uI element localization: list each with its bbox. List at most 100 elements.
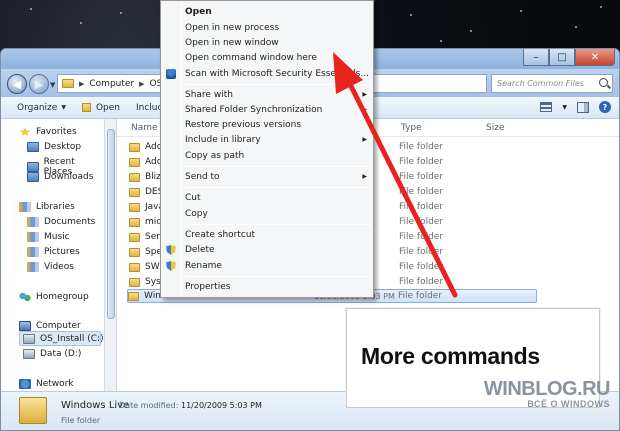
menu-item-copy[interactable]: Copy [185, 209, 208, 219]
submenu-arrow-icon: ▶ [362, 136, 367, 143]
menu-item-create-shortcut[interactable]: Create shortcut [185, 230, 255, 240]
shield-icon [166, 245, 176, 255]
nav-item-favorites[interactable]: Favorites [19, 127, 77, 137]
back-button[interactable]: ◀ [7, 74, 27, 94]
open-label: Open [95, 102, 120, 113]
menu-item-open-command-window[interactable]: Open command window here [185, 53, 317, 63]
homegroup-icon [19, 292, 31, 302]
menu-item-open[interactable]: Open [185, 7, 212, 17]
drive-icon [23, 334, 35, 344]
menu-item-restore[interactable]: Restore previous versions [185, 120, 301, 130]
shield-icon [166, 261, 176, 271]
menu-item-shared-sync[interactable]: Shared Folder Synchronization [185, 105, 322, 115]
nav-label: Pictures [44, 247, 80, 257]
recent-pages-chevron-icon[interactable]: ▼ [50, 81, 55, 89]
menu-separator [185, 187, 371, 188]
libraries-icon [19, 202, 31, 212]
submenu-arrow-icon: ▶ [362, 106, 367, 113]
desktop-icon [27, 142, 39, 152]
menu-separator [185, 84, 371, 85]
chevron-down-icon[interactable]: ▼ [562, 104, 567, 111]
nav-label: Desktop [44, 142, 82, 152]
menu-item-include-library[interactable]: Include in library [185, 135, 261, 145]
minimize-button[interactable]: – [523, 49, 549, 66]
menu-gutter [181, 2, 182, 296]
pictures-icon [27, 247, 39, 257]
menu-item-copy-as-path[interactable]: Copy as path [185, 151, 244, 161]
nav-item-pictures[interactable]: Pictures [27, 247, 80, 257]
submenu-arrow-icon: ▶ [362, 91, 367, 98]
navigation-pane: Favorites Desktop Recent Places Download… [1, 119, 105, 391]
nav-label: OS_Install (C:) [40, 334, 104, 344]
folder-icon [129, 202, 140, 212]
menu-item-share-with[interactable]: Share with [185, 90, 233, 100]
star-icon [19, 127, 31, 137]
documents-icon [27, 217, 39, 227]
nav-item-os-install[interactable]: OS_Install (C:) [23, 334, 104, 344]
nav-label: Downloads [44, 172, 94, 182]
music-icon [27, 232, 39, 242]
details-modified-label: Date modified: [119, 401, 179, 410]
nav-item-data-drive[interactable]: Data (D:) [23, 349, 81, 359]
nav-item-computer[interactable]: Computer [19, 321, 81, 331]
submenu-arrow-icon: ▶ [362, 173, 367, 180]
organize-button[interactable]: Organize ▼ [17, 103, 66, 113]
nav-item-libraries[interactable]: Libraries [19, 202, 75, 212]
breadcrumb-arrow-icon[interactable]: ▶ [139, 80, 144, 88]
open-button[interactable]: Open [81, 102, 120, 113]
chevron-down-icon: ▼ [61, 104, 66, 111]
navigation-scrollbar[interactable] [105, 119, 117, 391]
folder-icon [62, 79, 74, 88]
nav-item-homegroup[interactable]: Homegroup [19, 292, 89, 302]
menu-item-open-new-window[interactable]: Open in new window [185, 38, 279, 48]
forward-button[interactable]: ▶ [29, 74, 49, 94]
nav-label: Data (D:) [40, 349, 82, 359]
search-icon[interactable] [599, 78, 608, 87]
menu-item-cut[interactable]: Cut [185, 193, 201, 203]
security-essentials-icon [166, 69, 176, 79]
nav-label: Network [36, 379, 74, 389]
folder-icon [129, 232, 140, 242]
menu-item-open-new-process[interactable]: Open in new process [185, 23, 279, 33]
folder-icon [129, 277, 140, 287]
nav-label: Music [44, 232, 70, 242]
menu-item-properties[interactable]: Properties [185, 282, 230, 292]
details-type: File folder [61, 416, 101, 425]
menu-separator [185, 276, 371, 277]
watermark: WINBLOG.RU ВСЁ О WINDOWS [470, 378, 611, 409]
change-view-icon[interactable] [540, 102, 553, 112]
nav-item-music[interactable]: Music [27, 232, 70, 242]
nav-label: Homegroup [36, 292, 89, 302]
nav-item-network[interactable]: Network [19, 379, 74, 389]
menu-separator [185, 166, 371, 167]
folder-icon [129, 247, 140, 257]
column-size[interactable]: Size [486, 123, 504, 133]
nav-item-downloads[interactable]: Downloads [27, 172, 93, 182]
menu-item-delete[interactable]: Delete [185, 245, 215, 255]
network-icon [19, 379, 31, 389]
nav-label: Libraries [36, 202, 75, 212]
menu-item-send-to[interactable]: Send to [185, 172, 220, 182]
close-button[interactable]: ✕ [575, 49, 615, 66]
menu-item-rename[interactable]: Rename [185, 261, 222, 271]
search-placeholder: Search Common Files [497, 79, 584, 88]
folder-icon [129, 157, 140, 167]
column-type[interactable]: Type [401, 123, 422, 133]
nav-item-desktop[interactable]: Desktop [27, 142, 81, 152]
nav-item-documents[interactable]: Documents [27, 217, 95, 227]
help-icon[interactable]: ? [599, 101, 611, 113]
scrollbar-thumb[interactable] [107, 129, 115, 319]
maximize-button[interactable]: □ [549, 49, 575, 66]
computer-icon [19, 321, 31, 331]
column-name[interactable]: Name [131, 123, 158, 133]
preview-pane-icon[interactable] [577, 101, 589, 113]
folder-icon [129, 172, 140, 182]
breadcrumb-arrow-icon[interactable]: ▶ [79, 80, 84, 88]
drive-icon [23, 349, 35, 359]
menu-item-scan[interactable]: Scan with Microsoft Security Essentials.… [185, 69, 369, 79]
folder-icon [129, 217, 140, 227]
search-input[interactable]: Search Common Files [491, 74, 613, 93]
nav-item-videos[interactable]: Videos [27, 262, 74, 272]
breadcrumb-computer[interactable]: Computer [89, 79, 134, 89]
context-menu: Open Open in new process Open in new win… [160, 0, 374, 298]
